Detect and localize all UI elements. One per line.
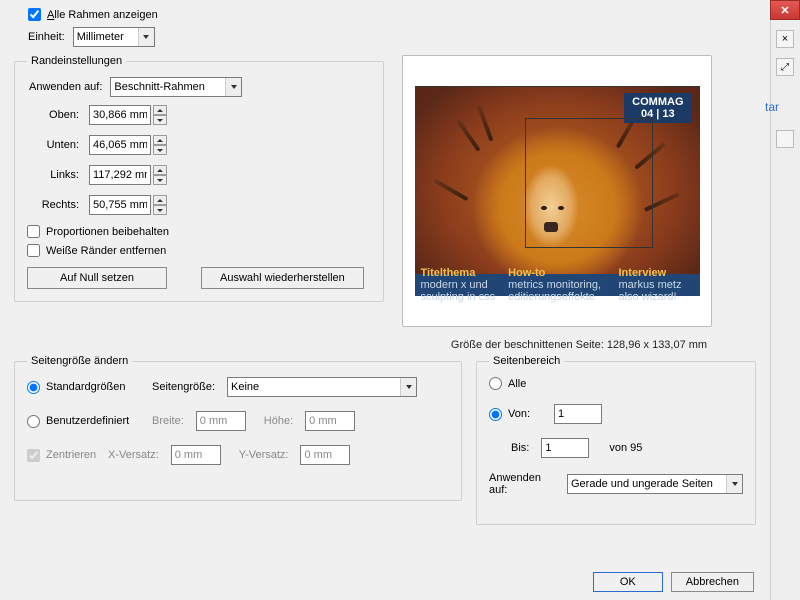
page-range-legend: Seitenbereich [489,355,564,367]
top-label: Oben: [31,109,79,121]
crop-pages-dialog: Alle Rahmen anzeigen Einheit: Millimeter… [0,0,770,600]
margins-fieldset: Randeinstellungen Anwenden auf: Beschnit… [14,55,384,302]
range-apply-to-label: Anwenden auf: [489,472,555,496]
standard-sizes-label: Standardgrößen [46,381,146,393]
xoffset-label: X-Versatz: [108,449,159,461]
left-spinner[interactable] [153,165,167,185]
all-pages-radio[interactable] [489,377,502,390]
cancel-button[interactable]: Abbrechen [671,572,754,592]
reset-to-zero-button[interactable]: Auf Null setzen [27,267,167,289]
unit-select[interactable]: Millimeter [73,27,155,47]
center-checkbox [27,449,40,462]
to-label: Bis: [511,442,529,454]
to-input[interactable] [541,438,589,458]
keep-proportions-label: Proportionen beibehalten [46,226,169,238]
all-pages-label: Alle [508,378,526,390]
partial-text: tar [765,100,779,114]
expand-icon[interactable] [776,58,794,76]
center-label: Zentrieren [46,449,102,461]
bottom-input[interactable] [89,135,151,155]
close-icon[interactable]: ✕ [770,0,800,20]
apply-to-label: Anwenden auf: [29,81,102,93]
range-apply-to-select[interactable]: Gerade und ungerade Seiten [567,474,743,494]
cropped-size-text: Größe der beschnittenen Seite: 128,96 x … [402,339,756,351]
crop-rectangle[interactable] [525,118,653,248]
from-input[interactable] [554,404,602,424]
apply-to-select[interactable]: Beschnitt-Rahmen [110,77,242,97]
left-input[interactable] [89,165,151,185]
height-label: Höhe: [264,415,293,427]
panel-close-icon[interactable]: × [776,30,794,48]
width-input [196,411,246,431]
remove-white-label: Weiße Ränder entfernen [46,245,166,257]
restore-selection-button[interactable]: Auswahl wiederherstellen [201,267,364,289]
page-size-select-label: Seitengröße: [152,381,215,393]
preview-footer-bar: Titelthemamodern x und sculpting in css … [415,274,700,296]
page-range-fieldset: Seitenbereich Alle Von: Bis: von 95 Anwe… [476,355,756,525]
from-label: Von: [508,408,548,420]
show-all-frames-label: Alle Rahmen anzeigen [47,9,158,21]
crop-preview: COMMAG 04 | 13 Titelthemamodern x und sc… [402,55,712,327]
height-input [305,411,355,431]
page-size-select[interactable]: Keine [227,377,417,397]
left-label: Links: [31,169,79,181]
custom-radio-label: Benutzerdefiniert [46,415,146,427]
right-input[interactable] [89,195,151,215]
top-spinner[interactable] [153,105,167,125]
page-count-text: von 95 [609,442,642,454]
ok-button[interactable]: OK [593,572,663,592]
unit-label: Einheit: [28,31,65,43]
margins-legend: Randeinstellungen [27,55,126,67]
width-label: Breite: [152,415,184,427]
page-size-fieldset: Seitengröße ändern Standardgrößen Seiten… [14,355,462,501]
yoffset-input [300,445,350,465]
page-size-legend: Seitengröße ändern [27,355,132,367]
yoffset-label: Y-Versatz: [239,449,289,461]
background-window-chrome: ✕ × tar [770,0,800,600]
toolbar-icon[interactable] [776,130,794,148]
right-label: Rechts: [31,199,79,211]
bottom-label: Unten: [31,139,79,151]
keep-proportions-checkbox[interactable] [27,225,40,238]
bottom-spinner[interactable] [153,135,167,155]
standard-sizes-radio[interactable] [27,381,40,394]
xoffset-input [171,445,221,465]
show-all-frames-checkbox[interactable] [28,8,41,21]
right-spinner[interactable] [153,195,167,215]
top-input[interactable] [89,105,151,125]
from-radio[interactable] [489,408,502,421]
remove-white-checkbox[interactable] [27,244,40,257]
custom-radio[interactable] [27,415,40,428]
